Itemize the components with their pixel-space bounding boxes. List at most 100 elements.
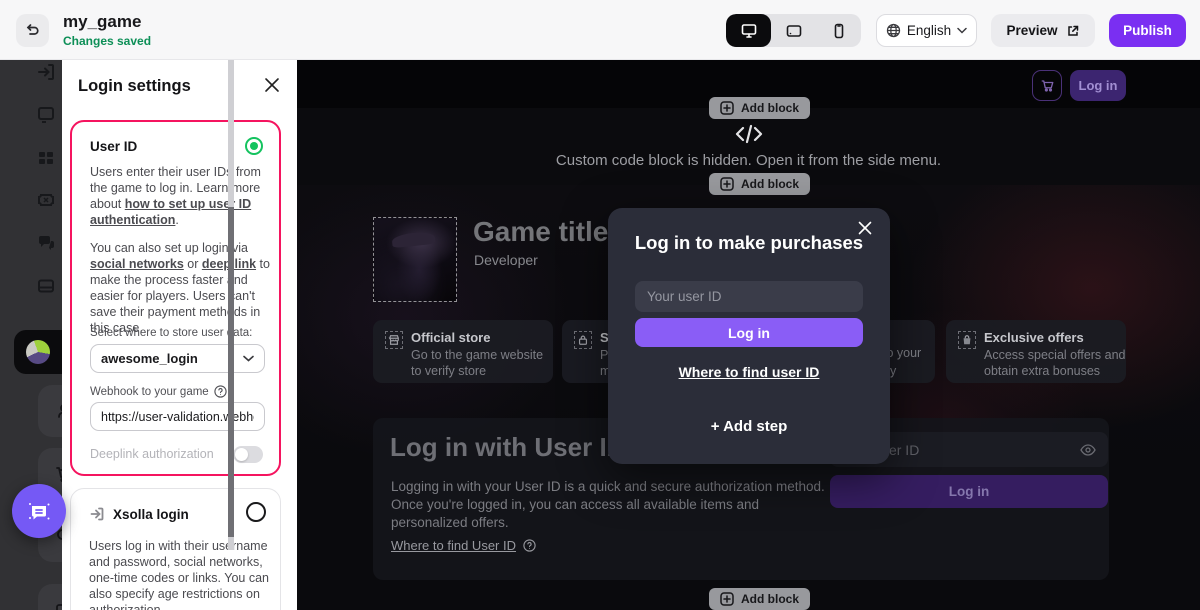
blocks-icon[interactable] [36,105,56,125]
add-step-button[interactable]: + Add step [608,418,890,435]
sidebar-users-button[interactable] [38,385,62,437]
external-link-icon [1066,24,1080,38]
user-id-description-1: Users enter their user IDs from the game… [90,165,261,227]
feature-title: Exclusive offers [984,330,1084,345]
lock-icon[interactable] [574,331,592,349]
login-icon[interactable] [36,62,56,82]
chat-icon[interactable] [36,233,56,253]
device-tablet-button[interactable] [771,14,816,47]
modal-link-row: Where to find user ID [608,364,890,380]
section-login-button[interactable]: Log in [830,475,1108,508]
site-nav-login-button[interactable]: Log in [1070,70,1126,101]
project-logo-pie-icon [26,340,50,364]
ticket-icon[interactable] [36,190,56,210]
preview-button[interactable]: Preview [991,14,1095,47]
login-settings-panel: Login settings User ID Users enter their… [62,60,297,610]
user-id-description-2: You can also set up login via social net… [90,241,270,335]
section-description: Logging in with your User ID is a quick … [391,479,825,530]
deeplink-toggle-off[interactable] [233,446,263,463]
chevron-down-icon [243,355,254,362]
project-tile[interactable] [14,330,62,374]
add-block-button-top[interactable]: Add block [709,97,811,119]
user-id-option-title: User ID [90,139,138,154]
feature-body: Go to the game website to verify store [411,348,544,378]
xsolla-login-title: Xsolla login [113,506,189,522]
gift-bag-icon[interactable] [958,331,976,349]
modal-user-id-input[interactable] [635,281,863,312]
project-title: my_game [63,12,142,31]
device-preview-toggle [726,14,861,47]
section-link-row: Where to find User ID [391,538,536,553]
where-to-find-user-id-link[interactable]: Where to find user ID [679,364,820,380]
webhook-label-row: Webhook to your game [90,385,227,398]
help-question-icon[interactable] [214,385,227,398]
preview-label: Preview [1006,23,1058,38]
sidebar-wallet-button[interactable] [38,584,62,610]
custom-code-hidden-message: Custom code block is hidden. Open it fro… [555,152,942,169]
store-user-data-value: awesome_login [101,351,198,366]
panel-scrollbar-thumb[interactable] [227,207,234,537]
grid-icon[interactable] [36,148,56,168]
xsolla-login-icon [89,506,105,522]
add-block-label: Add block [741,592,800,606]
device-desktop-button[interactable] [726,14,771,47]
social-networks-link[interactable]: social networks [90,257,184,271]
store-icon[interactable] [385,331,403,349]
save-status: Changes saved [63,34,152,48]
store-user-data-select[interactable]: awesome_login [90,344,265,373]
modal-login-button[interactable]: Log in [635,318,863,347]
wallet-icon [54,600,62,610]
site-builder-app: my_game Changes saved English Preview Pu… [0,0,1200,610]
feature-card-official-store: Official store Go to the game website to… [373,320,553,383]
user-id-radio-selected[interactable] [245,137,263,155]
language-label: English [906,23,952,38]
device-mobile-button[interactable] [816,14,861,47]
chevron-down-icon [957,27,967,34]
xsolla-radio-unselected[interactable] [246,502,266,522]
site-preview-canvas: Log in Add block Custom code block is hi… [297,60,1200,610]
user-id-option-card[interactable]: User ID Users enter their user IDs from … [70,120,281,476]
eye-icon[interactable] [1080,443,1096,456]
webhook-label: Webhook to your game [90,385,209,398]
publish-label: Publish [1123,23,1172,38]
support-chat-icon [25,497,53,525]
panel-title: Login settings [78,77,191,95]
add-block-button-bottom[interactable]: Add block [709,588,811,610]
undo-icon [24,22,41,39]
undo-button[interactable] [16,14,49,47]
language-selector[interactable]: English [876,14,977,47]
panel-scrollbar-track[interactable] [227,45,234,550]
cart-icon [54,464,62,484]
game-cover-image[interactable] [373,217,457,302]
code-icon [734,122,764,146]
plus-square-icon [720,101,734,115]
xsolla-description: Users log in with their username and pas… [89,539,269,610]
add-block-label: Add block [741,177,800,191]
user-icon [54,401,62,421]
support-chat-button[interactable] [12,484,66,538]
game-title: Game title [473,216,609,247]
plus-square-icon [720,592,734,606]
add-block-button-middle[interactable]: Add block [709,173,811,195]
card-icon[interactable] [36,276,56,296]
tablet-icon [785,22,803,40]
mobile-icon [830,22,848,40]
close-icon[interactable] [263,76,281,94]
publish-button[interactable]: Publish [1109,14,1186,47]
feature-card-exclusive-offers: Exclusive offers Access special offers a… [946,320,1126,383]
add-block-label: Add block [741,101,800,115]
xsolla-login-option-card[interactable]: Xsolla login Users log in with their use… [70,488,281,610]
topbar: my_game Changes saved English Preview Pu… [0,0,1200,60]
xsolla-login-title-row: Xsolla login [89,506,189,522]
section-title: Log in with User ID [390,432,626,462]
cart-icon [1040,78,1055,93]
feature-body: Access special offers and obtain extra b… [984,348,1126,378]
site-cart-button[interactable] [1032,70,1062,101]
deeplink-label: Deeplink authorization [90,447,214,461]
where-to-find-user-id-link[interactable]: Where to find User ID [391,538,516,553]
desktop-icon [740,22,758,40]
webhook-input[interactable] [90,402,265,431]
plus-square-icon [720,177,734,191]
modal-title: Log in to make purchases [634,232,864,253]
help-question-icon [523,539,536,552]
